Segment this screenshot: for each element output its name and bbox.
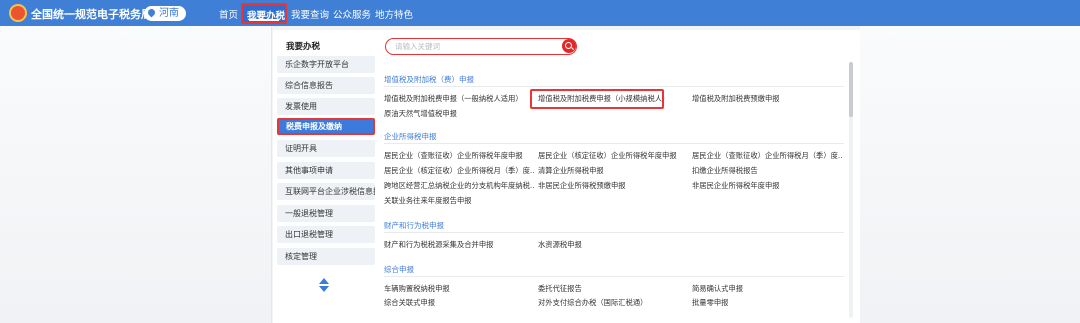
- section-title-cit: 企业所得税申报: [384, 132, 437, 141]
- sidebar-item-tax-filing-payment[interactable]: 税费申报及缴纳: [277, 118, 375, 135]
- service-link[interactable]: 水资源税申报: [538, 240, 582, 250]
- service-link[interactable]: 增值税及附加税费预缴申报: [692, 94, 780, 104]
- service-link[interactable]: 批量零申报: [692, 298, 728, 308]
- section-divider: [384, 276, 844, 277]
- service-link[interactable]: 居民企业（查账征收）企业所得税年度申报: [384, 151, 523, 161]
- service-link[interactable]: 非居民企业所得税预缴申报: [538, 181, 626, 191]
- content-scrollbar[interactable]: [849, 62, 853, 318]
- service-link[interactable]: 车辆购置税纳税申报: [384, 284, 450, 294]
- sidebar-item-other-application[interactable]: 其他事项申请: [277, 162, 375, 179]
- search-input[interactable]: 请输入关键词: [385, 38, 577, 55]
- top-navigation-bar: 全国统一规范电子税务局 河南 首页 我要办税 我要查询 公众服务 地方特色: [0, 0, 1080, 26]
- nav-local-feature[interactable]: 地方特色: [375, 7, 413, 21]
- service-link[interactable]: 关联业务往来年度报告申报: [384, 196, 472, 206]
- tax-bureau-logo-icon: [9, 4, 27, 22]
- section-title-vat: 增值税及附加税（费）申报: [384, 75, 474, 84]
- sidebar-item-leqi-platform[interactable]: 乐企数字开放平台: [277, 56, 375, 73]
- region-label: 河南: [159, 8, 179, 19]
- sidebar-item-export-refund[interactable]: 出口退税管理: [277, 226, 375, 243]
- service-link[interactable]: 增值税及附加税费申报（一般纳税人适用）: [384, 94, 523, 104]
- service-link[interactable]: 跨地区经营汇总纳税企业的分支机构年度纳税...: [384, 181, 534, 191]
- service-link[interactable]: 居民企业（核定征收）企业所得税年度申报: [538, 151, 677, 161]
- service-link[interactable]: 原油天然气增值税申报: [384, 109, 457, 119]
- nav-home[interactable]: 首页: [219, 7, 238, 21]
- service-link[interactable]: 财产和行为税税源采集及合并申报: [384, 240, 493, 250]
- service-link[interactable]: 非居民企业所得税年度申报: [692, 181, 780, 191]
- service-link[interactable]: 居民企业（查账征收）企业所得税月（季）度...: [692, 151, 842, 161]
- sidebar-item-certificate[interactable]: 证明开具: [277, 140, 375, 157]
- main-content: 请输入关键词 增值税及附加税（费）申报 增值税及附加税费申报（一般纳税人适用） …: [375, 30, 860, 323]
- left-background-panel: [0, 26, 272, 323]
- service-link[interactable]: 综合关联式申报: [384, 298, 435, 308]
- highlight-box: [530, 89, 664, 109]
- scrollbar-thumb[interactable]: [849, 62, 853, 117]
- section-title-comprehensive: 综合申报: [384, 265, 414, 274]
- service-link[interactable]: 扣缴企业所得税报告: [692, 166, 758, 176]
- nav-query[interactable]: 我要查询: [291, 7, 329, 21]
- right-background-panel: [860, 26, 1080, 323]
- section-divider: [384, 143, 844, 144]
- service-link[interactable]: 居民企业（核定征收）企业所得税月（季）度...: [384, 166, 534, 176]
- sidebar-item-info-report[interactable]: 综合信息报告: [277, 77, 375, 94]
- section-title-property: 财产和行为税申报: [384, 221, 444, 230]
- region-selector[interactable]: 河南: [144, 6, 186, 21]
- section-divider: [384, 232, 844, 233]
- nav-tax-handling[interactable]: 我要办税: [241, 3, 287, 24]
- service-link[interactable]: 简易确认式申报: [692, 284, 743, 294]
- sidebar-item-platform-report[interactable]: 互联网平台企业涉税信息报送: [277, 183, 375, 200]
- search-placeholder: 请输入关键词: [395, 42, 440, 51]
- site-title: 全国统一规范电子税务局: [31, 8, 152, 21]
- sidebar-scroll-arrows-icon[interactable]: [319, 278, 329, 294]
- service-sidebar: 我要办税 乐企数字开放平台 综合信息报告 发票使用 税费申报及缴纳 证明开具 其…: [273, 30, 375, 323]
- service-link[interactable]: 对外支付综合办税（国际汇税通）: [538, 298, 647, 308]
- nav-public-service[interactable]: 公众服务: [333, 7, 371, 21]
- sidebar-item-assessment[interactable]: 核定管理: [277, 248, 375, 265]
- section-divider: [384, 86, 844, 87]
- search-icon[interactable]: [562, 39, 576, 53]
- location-pin-icon: [146, 7, 157, 18]
- sidebar-title: 我要办税: [286, 42, 321, 52]
- active-nav-underline: [249, 19, 279, 21]
- sidebar-item-invoice-use[interactable]: 发票使用: [277, 98, 375, 115]
- sidebar-item-general-refund[interactable]: 一般退税管理: [277, 205, 375, 222]
- service-link[interactable]: 清算企业所得税申报: [538, 166, 604, 176]
- service-link[interactable]: 委托代征报告: [538, 284, 582, 294]
